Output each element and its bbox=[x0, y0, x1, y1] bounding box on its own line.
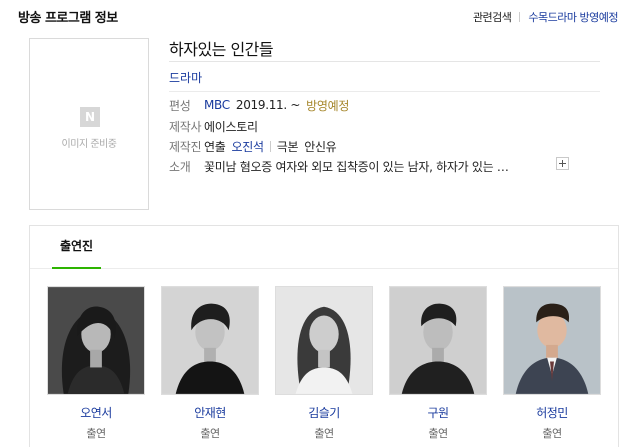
air-date: 2019.11. ~ bbox=[235, 98, 301, 112]
cast-member-4[interactable]: 구원 출연 bbox=[389, 286, 487, 441]
show-title[interactable]: 하자있는 인간들 bbox=[169, 36, 274, 60]
wednesday-thursday-drama-link[interactable]: 수목드라마 방영예정 bbox=[528, 9, 618, 25]
cast-role: 출연 bbox=[314, 427, 334, 440]
genre-link[interactable]: 드라마 bbox=[169, 69, 202, 86]
cast-member-3[interactable]: 김슬기 출연 bbox=[275, 286, 373, 441]
cast-photo[interactable] bbox=[275, 286, 373, 395]
schedule-label: 편성 bbox=[169, 98, 191, 113]
cast-member-1[interactable]: 오연서 출연 bbox=[47, 286, 145, 441]
header-links: 관련검색 수목드라마 방영예정 bbox=[473, 9, 619, 25]
cast-role: 출연 bbox=[86, 427, 106, 440]
tab-cast[interactable]: 출연진 bbox=[52, 226, 101, 269]
cast-name-link[interactable]: 구원 bbox=[389, 404, 487, 421]
naver-logo-icon: N bbox=[80, 107, 100, 127]
image-placeholder-text: 이미지 준비중 bbox=[61, 139, 117, 150]
cast-role: 출연 bbox=[200, 427, 220, 440]
divider bbox=[169, 91, 600, 92]
director-name-link[interactable]: 오진석 bbox=[231, 138, 264, 155]
cast-name-link[interactable]: 김슬기 bbox=[275, 404, 373, 421]
cast-photo[interactable] bbox=[161, 286, 259, 395]
cast-section: 출연진 오연서 출연 안재현 출연 김슬기 출연 구원 출연 허정민 출연 bbox=[29, 225, 619, 447]
cast-name-link[interactable]: 허정민 bbox=[503, 404, 601, 421]
producer-row: 제작사 에이스토리 bbox=[169, 117, 258, 135]
status-badge: 방영예정 bbox=[306, 98, 350, 113]
divider bbox=[169, 61, 600, 62]
summary-label: 소개 bbox=[169, 159, 191, 174]
page-title: 방송 프로그램 정보 bbox=[18, 11, 118, 26]
summary-row: 소개 꽃미남 혐오증 여자와 외모 집착증이 있는 남자, 하자가 있는 … bbox=[169, 157, 509, 175]
staff-label: 제작진 bbox=[169, 139, 202, 154]
header: 방송 프로그램 정보 관련검색 수목드라마 방영예정 bbox=[0, 0, 625, 30]
cast-role: 출연 bbox=[428, 427, 448, 440]
producer-label: 제작사 bbox=[169, 119, 202, 134]
cast-photo[interactable] bbox=[503, 286, 601, 395]
cast-name-link[interactable]: 오연서 bbox=[47, 404, 145, 421]
divider bbox=[519, 12, 521, 22]
poster-placeholder[interactable]: N 이미지 준비중 bbox=[29, 38, 149, 210]
cast-name-link[interactable]: 안재현 bbox=[161, 404, 259, 421]
cast-tabbar: 출연진 bbox=[30, 226, 618, 269]
schedule-row: 편성 MBC 2019.11. ~ 방영예정 bbox=[169, 96, 349, 114]
divider bbox=[269, 140, 271, 152]
staff-row: 제작진 연출 오진석 극본 안신유 bbox=[169, 137, 337, 155]
cast-member-5[interactable]: 허정민 출연 bbox=[503, 286, 601, 441]
summary-text: 꽃미남 혐오증 여자와 외모 집착증이 있는 남자, 하자가 있는 … bbox=[204, 159, 509, 174]
cast-photo[interactable] bbox=[47, 286, 145, 395]
producer-value: 에이스토리 bbox=[204, 119, 258, 134]
plus-icon[interactable] bbox=[556, 157, 569, 170]
director-role: 연출 bbox=[204, 139, 226, 154]
cast-member-2[interactable]: 안재현 출연 bbox=[161, 286, 259, 441]
writer-name: 안신유 bbox=[304, 139, 337, 154]
writer-role: 극본 bbox=[276, 139, 299, 154]
cast-role: 출연 bbox=[542, 427, 562, 440]
related-search-link[interactable]: 관련검색 bbox=[473, 9, 512, 25]
channel-link[interactable]: MBC bbox=[204, 98, 230, 112]
cast-photo[interactable] bbox=[389, 286, 487, 395]
